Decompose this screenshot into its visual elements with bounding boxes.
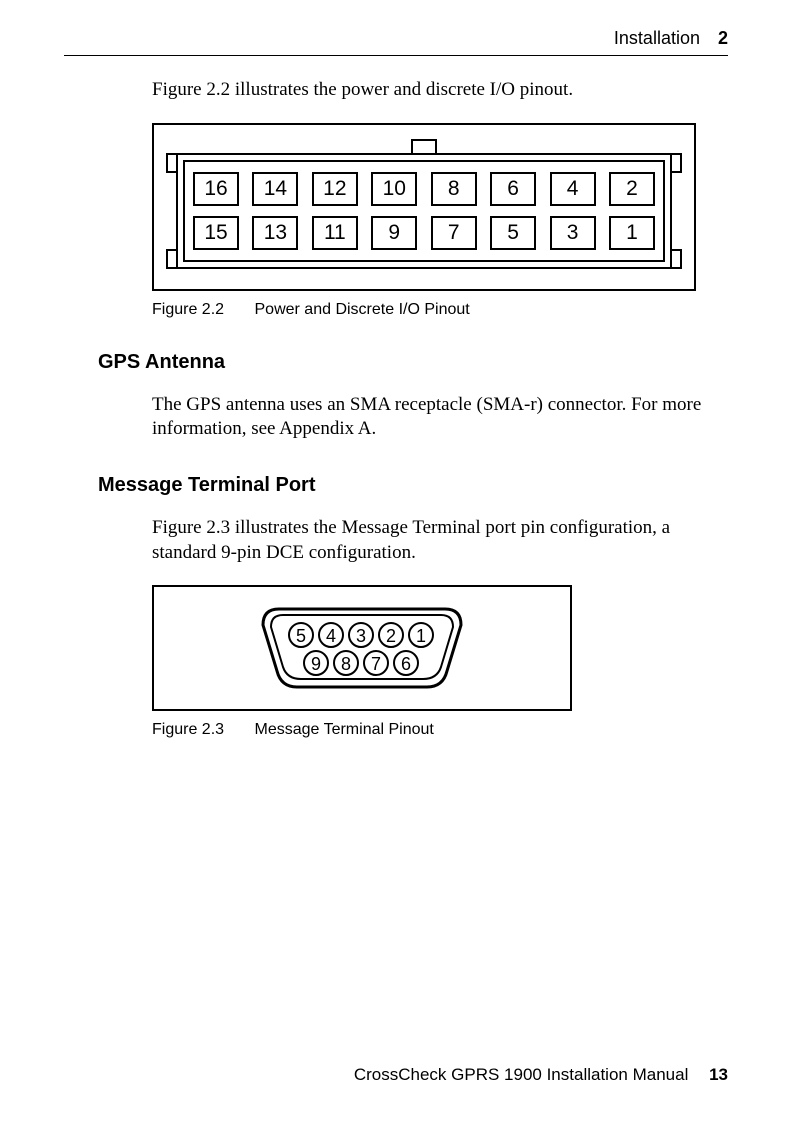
de9-pin: 1 [409,623,433,647]
connector-pin: 5 [490,216,536,250]
figure-number: Figure 2.3 [152,721,224,738]
header-chapter-number: 2 [718,28,728,49]
figure-title: Power and Discrete I/O Pinout [255,301,470,318]
footer-manual-title: CrossCheck GPRS 1900 Installation Manual [354,1065,689,1084]
header-section: Installation [614,28,700,49]
connector-pin: 3 [550,216,596,250]
page-footer: CrossCheck GPRS 1900 Installation Manual… [354,1065,728,1085]
svg-text:3: 3 [356,626,366,646]
svg-text:5: 5 [296,626,306,646]
connector-pin: 15 [193,216,239,250]
figure-2-3-caption: Figure 2.3 Message Terminal Pinout [152,721,728,739]
svg-text:6: 6 [401,654,411,674]
connector-pin: 9 [371,216,417,250]
footer-page-number: 13 [709,1065,728,1084]
figure-2-2-connector: 16 14 12 10 8 6 4 2 15 13 11 9 7 [152,123,696,291]
connector-pin: 11 [312,216,358,250]
gps-antenna-paragraph: The GPS antenna uses an SMA receptacle (… [152,393,718,442]
connector-latch-icon [670,249,682,269]
connector-pin: 1 [609,216,655,250]
de9-pin: 9 [304,651,328,675]
connector-pin: 4 [550,172,596,206]
connector-key-notch [411,139,437,153]
connector-pin: 7 [431,216,477,250]
connector-outer-shell: 16 14 12 10 8 6 4 2 15 13 11 9 7 [176,153,672,269]
de9-pin: 6 [394,651,418,675]
svg-text:8: 8 [341,654,351,674]
de9-connector-icon: 5 4 3 2 1 9 8 7 6 [257,603,467,693]
de9-pin: 2 [379,623,403,647]
connector-latch-icon [166,249,178,269]
svg-text:4: 4 [326,626,336,646]
de9-pin: 7 [364,651,388,675]
svg-text:9: 9 [311,654,321,674]
header-rule [64,55,728,56]
intro-paragraph: Figure 2.2 illustrates the power and dis… [152,78,718,103]
connector-pin: 2 [609,172,655,206]
de9-pin: 8 [334,651,358,675]
figure-number: Figure 2.2 [152,301,224,318]
connector-pin: 10 [371,172,417,206]
connector-pin-row-bottom: 15 13 11 9 7 5 3 1 [193,216,655,250]
connector-pin: 12 [312,172,358,206]
de9-pin: 4 [319,623,343,647]
svg-text:7: 7 [371,654,381,674]
connector-latch-icon [670,153,682,173]
de9-pin: 3 [349,623,373,647]
connector-pin: 6 [490,172,536,206]
svg-text:1: 1 [416,626,426,646]
running-header: Installation 2 [64,28,728,53]
figure-2-3-connector: 5 4 3 2 1 9 8 7 6 [152,585,572,711]
section-heading-gps-antenna: GPS Antenna [98,351,728,374]
connector-latch-icon [166,153,178,173]
figure-title: Message Terminal Pinout [255,721,434,738]
figure-2-2-caption: Figure 2.2 Power and Discrete I/O Pinout [152,301,728,319]
connector-pin: 14 [252,172,298,206]
connector-inner-shell: 16 14 12 10 8 6 4 2 15 13 11 9 7 [183,160,665,262]
connector-pin: 16 [193,172,239,206]
section-heading-message-terminal-port: Message Terminal Port [98,474,728,497]
connector-pin: 8 [431,172,477,206]
svg-text:2: 2 [386,626,396,646]
connector-pin-row-top: 16 14 12 10 8 6 4 2 [193,172,655,206]
message-terminal-paragraph: Figure 2.3 illustrates the Message Termi… [152,516,718,565]
de9-pin: 5 [289,623,313,647]
connector-pin: 13 [252,216,298,250]
